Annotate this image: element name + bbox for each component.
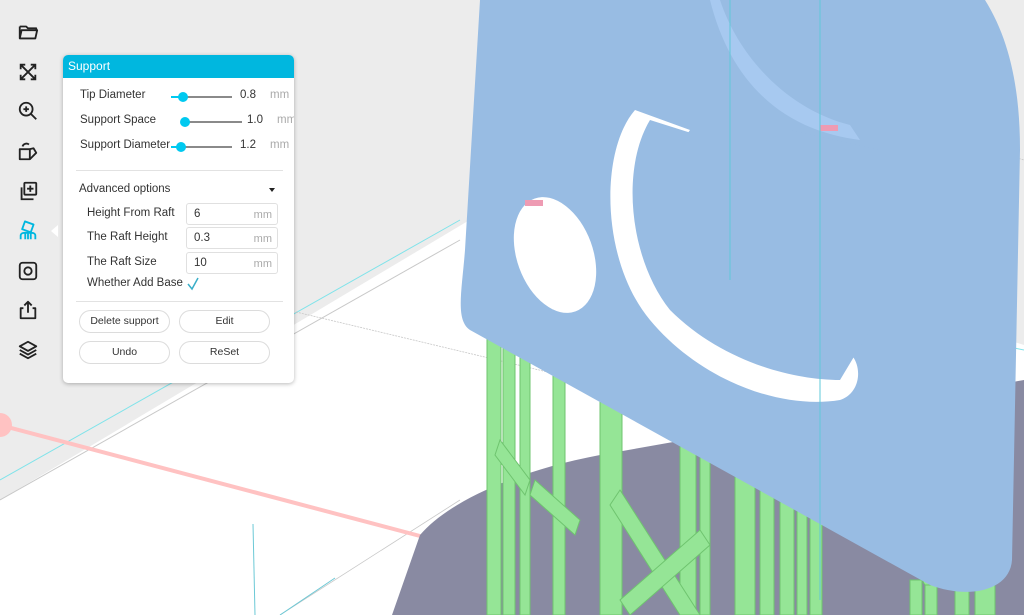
height-from-raft-unit: mm [253,209,272,221]
support-icon [19,220,37,240]
left-toolbar [0,0,58,370]
expand-arrows-icon [19,63,37,80]
panel-title: Support [63,55,294,78]
folder-open-icon [18,25,39,40]
zoom-button[interactable] [8,92,48,132]
raft-height-label: The Raft Height [87,231,168,243]
add-base-checkbox[interactable] [187,277,199,291]
raft-size-unit: mm [253,258,272,270]
axis-line [252,523,256,615]
tip-diameter-row: Tip Diameter 0.8 mm [63,86,294,106]
support-diameter-value: 1.2 [240,139,256,151]
contact-mark [525,200,543,206]
support-diameter-unit: mm [270,139,290,151]
height-from-raft-field[interactable]: mm [186,203,278,225]
add-base-label: Whether Add Base [87,277,183,289]
support-diameter-slider-handle[interactable] [176,142,186,152]
raft-size-label: The Raft Size [87,256,157,268]
caret-down-icon [269,188,275,192]
tip-diameter-unit: mm [270,89,290,101]
tip-diameter-label: Tip Diameter [80,89,146,101]
raft-size-row: The Raft Size mm [63,252,294,274]
divider [76,170,283,171]
support-tool-button[interactable] [8,211,58,251]
divider [76,301,283,302]
rotate-button[interactable] [8,131,48,171]
edit-button[interactable]: Edit [179,310,270,333]
height-from-raft-row: Height From Raft mm [63,203,294,225]
support-diameter-label: Support Diameter [80,139,171,151]
delete-support-button[interactable]: Delete support [79,310,170,333]
export-icon [19,301,37,320]
contact-mark [820,125,838,131]
add-base-row: Whether Add Base [87,277,199,291]
raft-height-unit: mm [253,233,272,245]
hollow-icon [18,261,38,280]
support-panel: Support Tip Diameter 0.8 mm Support Spac… [63,55,294,383]
raft-size-field[interactable]: mm [186,252,278,274]
hollow-button[interactable] [8,251,48,291]
support-space-unit: mm [277,114,294,126]
support-space-slider-handle[interactable] [180,117,190,127]
layers-icon [18,340,38,360]
checkmark-icon [187,277,199,291]
height-from-raft-label: Height From Raft [87,207,175,219]
support-space-row: Support Space 1.0 mm [63,111,294,131]
layers-button[interactable] [8,330,48,370]
axis-line [279,577,336,615]
tip-diameter-slider-handle[interactable] [178,92,188,102]
raft-height-field[interactable]: mm [186,227,278,249]
undo-button[interactable]: Undo [79,341,170,364]
model-slot [742,150,852,210]
export-button[interactable] [8,290,48,330]
support-space-track[interactable] [185,121,242,123]
support-diameter-row: Support Diameter 1.2 mm [63,136,294,156]
support-space-label: Support Space [80,114,157,126]
raft-height-input[interactable] [187,228,245,248]
duplicate-button[interactable] [8,171,48,211]
reset-button[interactable]: ReSet [179,341,270,364]
support-space-value: 1.0 [247,114,263,126]
advanced-options-toggle[interactable]: Advanced options [79,183,275,195]
x-axis-line [0,423,421,538]
zoom-in-icon [18,102,37,121]
scale-button[interactable] [8,52,48,92]
raft-size-input[interactable] [187,253,245,273]
raft-height-row: The Raft Height mm [63,227,294,249]
advanced-options-label: Advanced options [79,183,171,195]
add-copy-icon [20,181,38,201]
open-file-button[interactable] [8,12,48,52]
rotate-icon [18,142,38,161]
height-from-raft-input[interactable] [187,204,245,224]
tip-diameter-value: 0.8 [240,89,256,101]
